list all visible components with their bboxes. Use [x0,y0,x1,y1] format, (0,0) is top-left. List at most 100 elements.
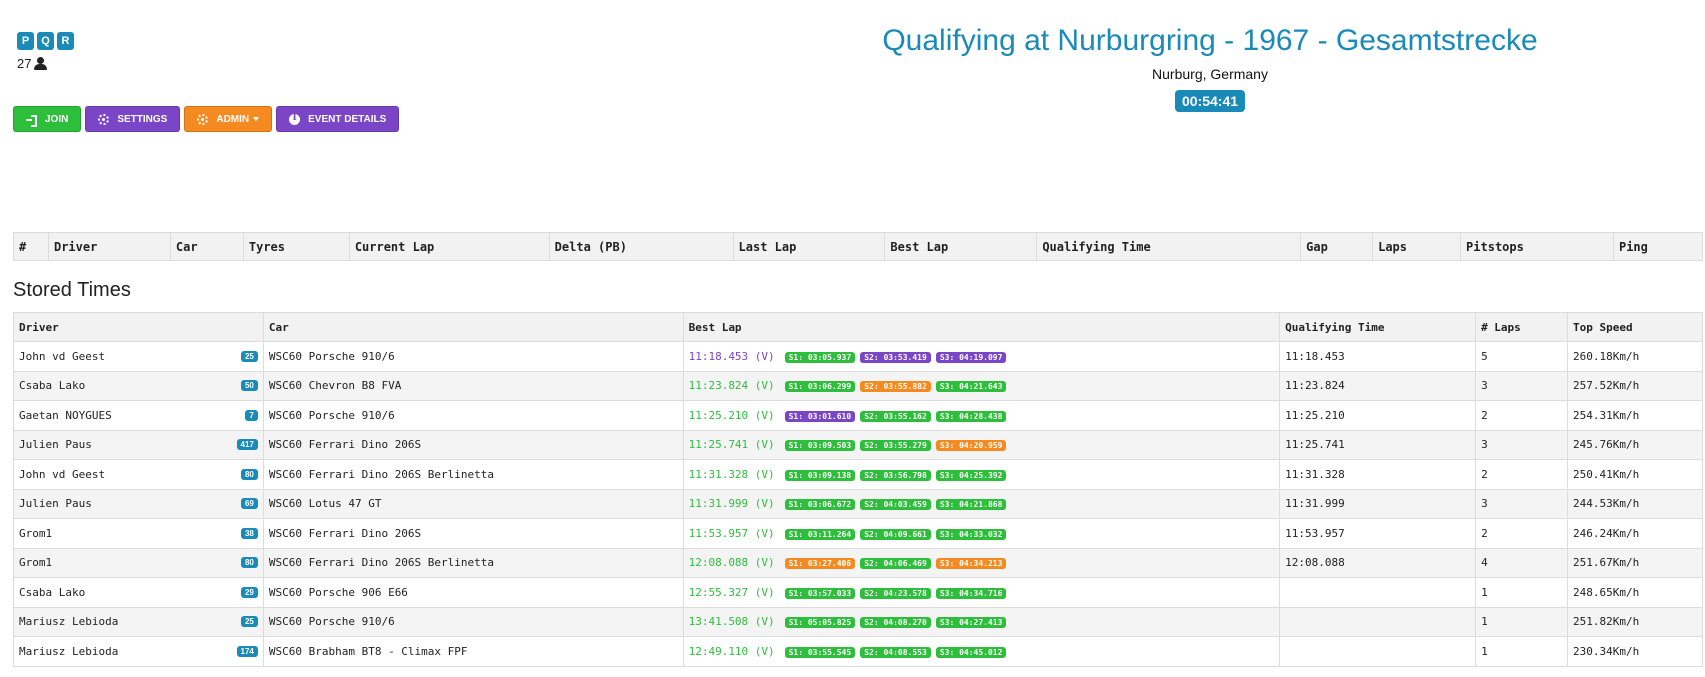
live-column-header[interactable]: Best Lap [884,232,1038,261]
driver-name: Mariusz Lebioda [19,644,119,658]
practice-badge[interactable]: P [17,32,34,50]
driver-cell-content: John vd Geest 80 [19,468,258,481]
car-name: WSC60 Lotus 47 GT [262,488,684,519]
car-name: WSC60 Ferrari Dino 206S Berlinetta [262,547,684,578]
driver-name: Csaba Lako [19,585,86,599]
event-details-button-label: EVENT DETAILS [308,113,387,125]
live-timing-table: # Driver Car Tyres Current Lap Delta (PB) Last… [13,232,1704,261]
qualifying-time: 11:25.741 [1279,429,1477,460]
table-row: Mariusz Lebioda 174 WSC60 Brabham BT8 - Cl… [13,636,1703,667]
gear-icon [98,113,110,125]
driver-cell-content: Grom1 80 [19,556,258,569]
best-lap-time: 12:08.088 (V) [688,556,775,570]
qualifying-time: 12:08.088 [1279,547,1477,578]
driver-cell-content: John vd Geest 25 [19,350,258,363]
sector-s1-badge: S1: 03:55.545 [784,646,856,658]
sector-s1-badge: S1: 03:09.138 [784,469,856,481]
live-column-header[interactable]: Gap [1300,232,1374,261]
sector-s2-badge: S2: 03:55.162 [860,410,931,422]
page-title: Qualifying at Nurburgring - 1967 - Gesam… [882,24,1538,57]
driver-cell: Mariusz Lebioda 25 [13,606,264,637]
driver-cell: Mariusz Lebioda 174 [13,636,264,667]
live-column-header[interactable]: Car [169,232,244,261]
stored-column-header[interactable]: Best Lap [682,312,1281,342]
lap-count: 4 [1475,547,1569,578]
viewer-count: 27 [17,56,74,71]
best-lap-cell: 11:23.824 (V) S1: 03:06.299 S2: 03:55.882 S… [682,370,1281,401]
best-lap-time: 12:55.327 (V) [688,585,775,599]
car-number-badge: 25 [240,616,258,628]
stored-column-header[interactable]: Car [262,312,684,342]
table-row: Mariusz Lebioda 25 WSC60 Porsche 910/6 13:4… [13,606,1703,637]
best-lap-time: 11:25.210 (V) [688,408,775,422]
stored-times-table: Driver Car Best Lap Qualifying Time # Laps To… [13,312,1703,667]
qualifying-time [1279,636,1477,667]
join-button[interactable]: JOIN [13,106,82,132]
qualifying-time [1279,577,1477,608]
driver-name: John vd Geest [19,349,106,363]
viewer-count-value: 27 [17,56,32,71]
car-number-badge: 38 [240,527,258,539]
best-lap-time: 11:25.741 (V) [688,438,775,452]
live-column-header[interactable]: Pitstops [1460,232,1614,261]
best-lap-cell: 11:18.453 (V) S1: 03:05.937 S2: 03:53.419 S… [682,341,1281,372]
stored-column-header[interactable]: Qualifying Time [1279,312,1477,342]
admin-dropdown-button[interactable]: ADMIN [184,106,273,132]
car-name: WSC60 Brabham BT8 - Climax FPF [262,636,684,667]
sector-s1-badge: S1: 03:06.672 [784,499,856,511]
sector-s1-badge: S1: 03:09.503 [784,440,856,452]
sector-s3-badge: S3: 04:45.012 [935,646,1007,658]
sector-s2-badge: S2: 04:03.459 [860,499,931,511]
live-column-header[interactable]: Delta (PB) [548,232,734,261]
table-row: John vd Geest 80 WSC60 Ferrari Dino 206S B… [13,459,1703,490]
driver-cell-content: Gaetan NOYGUES 7 [19,409,258,422]
sector-s1-badge: S1: 03:05.937 [784,351,856,363]
stored-column-header[interactable]: Driver [13,312,264,342]
live-column-header[interactable]: Ping [1612,232,1704,261]
driver-cell: Csaba Lako 29 [13,577,264,608]
car-name: WSC60 Ferrari Dino 206S Berlinetta [262,459,684,490]
sector-s3-badge: S3: 04:27.413 [935,617,1007,629]
sector-s1-badge: S1: 03:06.299 [784,381,856,393]
live-column-header[interactable]: Qualifying Time [1036,232,1302,261]
qualifying-time: 11:53.957 [1279,518,1477,549]
qualifying-time: 11:31.999 [1279,488,1477,519]
sector-s2-badge: S2: 04:06.469 [860,558,931,570]
driver-cell-content: Mariusz Lebioda 174 [19,645,258,658]
qualifying-badge[interactable]: Q [37,32,54,50]
driver-name: Gaetan NOYGUES [19,408,112,422]
sector-s3-badge: S3: 04:19.097 [935,351,1007,363]
driver-name: Julien Paus [19,438,92,452]
settings-button[interactable]: SETTINGS [85,106,181,132]
lap-count: 5 [1475,341,1569,372]
best-lap-cell: 13:41.508 (V) S1: 05:05.825 S2: 04:08.270 S… [682,606,1281,637]
table-row: Grom1 38 WSC60 Ferrari Dino 206S 11:53.957 … [13,518,1703,549]
car-name: WSC60 Ferrari Dino 206S [262,429,684,460]
live-column-header[interactable]: Driver [47,232,171,261]
qualifying-time: 11:18.453 [1279,341,1477,372]
live-column-header[interactable]: Current Lap [348,232,550,261]
sector-s1-badge: S1: 03:01.610 [784,410,856,422]
stored-column-header[interactable]: # Laps [1475,312,1569,342]
race-badge[interactable]: R [57,32,74,50]
driver-name: Mariusz Lebioda [19,615,119,629]
sector-s2-badge: S2: 03:56.798 [860,469,931,481]
live-column-header[interactable]: Tyres [242,232,350,261]
top-speed: 230.34Km/h [1567,636,1703,667]
car-number-badge: 25 [240,350,258,362]
lap-count: 2 [1475,518,1569,549]
event-details-button[interactable]: EVENT DETAILS [276,106,400,132]
table-row: John vd Geest 25 WSC60 Porsche 910/6 11:18.… [13,341,1703,372]
car-number-badge: 29 [240,586,258,598]
live-column-header[interactable]: # [13,232,49,261]
join-button-label: JOIN [45,113,69,125]
sector-s3-badge: S3: 04:33.032 [935,528,1007,540]
top-speed: 251.67Km/h [1567,547,1703,578]
live-column-header[interactable]: Laps [1372,232,1462,261]
table-row: Julien Paus 417 WSC60 Ferrari Dino 206S 11:… [13,429,1703,460]
sector-s3-badge: S3: 04:21.868 [935,499,1007,511]
sign-in-icon [26,114,37,127]
live-column-header[interactable]: Last Lap [732,232,886,261]
lap-count: 2 [1475,459,1569,490]
stored-column-header[interactable]: Top Speed [1567,312,1703,342]
